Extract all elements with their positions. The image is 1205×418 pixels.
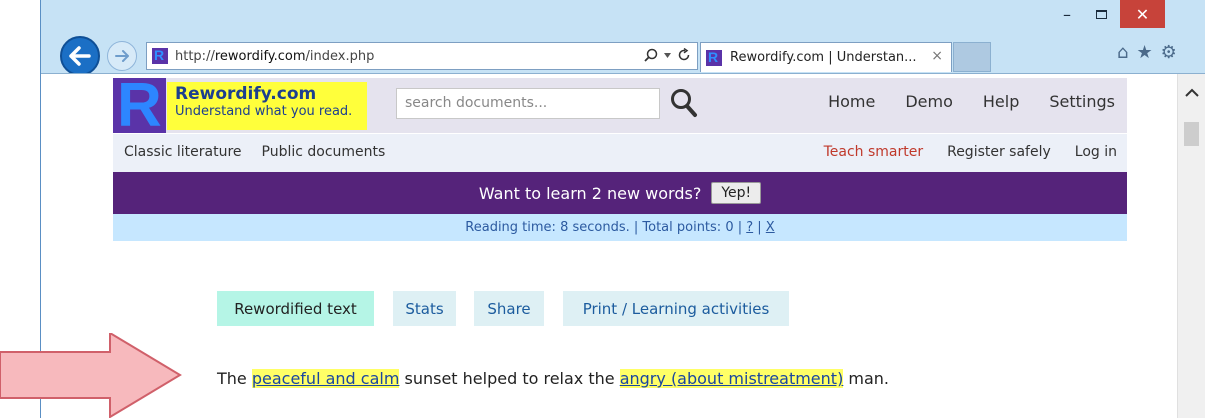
vertical-scrollbar[interactable]: [1177, 74, 1205, 418]
back-arrow-icon: [69, 46, 91, 66]
browser-tab-active[interactable]: R Rewordify.com | Understan... ×: [700, 42, 952, 72]
sentence-text: The: [217, 369, 252, 388]
scroll-thumb[interactable]: [1184, 122, 1199, 146]
tab-favicon-icon: R: [706, 49, 722, 66]
tab-close-icon[interactable]: ×: [931, 48, 943, 64]
rewordified-phrase[interactable]: angry (about mistreatment): [619, 369, 844, 388]
nav-home[interactable]: Home: [828, 92, 875, 111]
forward-arrow-icon: [115, 50, 129, 62]
address-url: http://rewordify.com/index.php: [175, 48, 375, 64]
tab-stats[interactable]: Stats: [393, 291, 456, 326]
rewordified-sentence: The peaceful and calm sunset helped to r…: [217, 369, 889, 388]
home-icon[interactable]: ⌂: [1117, 42, 1128, 63]
maximize-button[interactable]: [1086, 0, 1116, 28]
site-favicon-icon: R: [152, 47, 168, 64]
search-button-icon[interactable]: [669, 87, 699, 119]
secondary-nav: Classic literature Public documents Teac…: [113, 134, 1127, 172]
scroll-up-icon[interactable]: [1185, 88, 1199, 97]
site-name: Rewordify.com: [175, 84, 317, 104]
yep-button[interactable]: Yep!: [711, 182, 762, 204]
back-button[interactable]: [60, 36, 100, 76]
gear-icon[interactable]: ⚙: [1161, 42, 1177, 63]
learn-words-banner: Want to learn 2 new words? Yep!: [113, 172, 1127, 214]
rewordified-phrase[interactable]: peaceful and calm: [251, 369, 400, 388]
close-info-link[interactable]: X: [766, 220, 775, 235]
sentence-text: sunset helped to relax the: [399, 369, 620, 388]
forward-button[interactable]: [107, 41, 137, 71]
callout-arrow-icon: [0, 333, 182, 418]
star-icon[interactable]: ★: [1136, 42, 1152, 63]
nav-public-documents[interactable]: Public documents: [262, 144, 386, 160]
site-logo-icon[interactable]: R: [113, 78, 166, 133]
refresh-icon[interactable]: [677, 48, 691, 62]
dropdown-icon[interactable]: [664, 52, 671, 58]
site-header: R Rewordify.com Understand what you read…: [113, 78, 1127, 133]
reading-time-text: Reading time: 8 seconds. | Total points:…: [465, 220, 747, 235]
nav-login[interactable]: Log in: [1075, 144, 1117, 160]
nav-teach-smarter[interactable]: Teach smarter: [824, 144, 924, 160]
site-logo-text[interactable]: Rewordify.com Understand what you read.: [167, 82, 367, 130]
minimize-button[interactable]: –: [1052, 0, 1082, 28]
tab-rewordified-text[interactable]: Rewordified text: [217, 291, 374, 326]
nav-register[interactable]: Register safely: [947, 144, 1051, 160]
search-icon[interactable]: [644, 48, 658, 62]
promo-text: Want to learn 2 new words?: [478, 183, 702, 203]
close-window-button[interactable]: ✕: [1120, 0, 1165, 28]
nav-demo[interactable]: Demo: [905, 92, 953, 111]
new-tab-button[interactable]: [953, 42, 991, 72]
info-separator: |: [753, 220, 766, 235]
tab-print-learning[interactable]: Print / Learning activities: [563, 291, 789, 326]
tab-title: Rewordify.com | Understan...: [730, 50, 917, 65]
sentence-text: man.: [843, 369, 890, 388]
nav-settings[interactable]: Settings: [1049, 92, 1115, 111]
maximize-icon: [1095, 9, 1107, 19]
nav-help[interactable]: Help: [983, 92, 1019, 111]
search-input[interactable]: search documents...: [396, 88, 660, 119]
nav-classic-literature[interactable]: Classic literature: [124, 144, 242, 160]
site-tagline: Understand what you read.: [175, 104, 353, 119]
top-nav: Home Demo Help Settings: [828, 92, 1115, 111]
address-bar[interactable]: R http://rewordify.com/index.php: [146, 42, 698, 70]
reading-info-bar: Reading time: 8 seconds. | Total points:…: [113, 214, 1127, 241]
tab-share[interactable]: Share: [474, 291, 544, 326]
